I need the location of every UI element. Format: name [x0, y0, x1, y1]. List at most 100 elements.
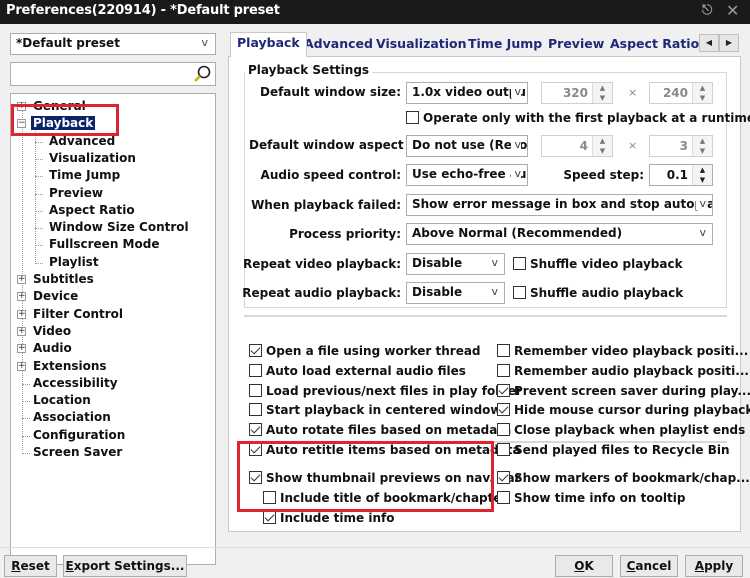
arrow-up-icon[interactable]: ▲: [693, 136, 712, 146]
playback-failed-value: Show error message in box and stop autop…: [412, 197, 713, 211]
tree-item-video[interactable]: + Video: [17, 323, 73, 340]
tree-item-label: Extensions: [33, 358, 107, 373]
checkbox-checked-icon[interactable]: [497, 403, 510, 417]
tree-item-preview[interactable]: Preview: [35, 185, 105, 202]
close-icon[interactable]: ✕: [726, 1, 739, 20]
window-height-stepper[interactable]: 240 ▲ ▼: [649, 82, 713, 104]
pin-icon[interactable]: ⎋: [702, 3, 712, 18]
tree-line: [35, 210, 43, 212]
checkbox-checked-icon[interactable]: [497, 383, 510, 397]
tree-item-location[interactable]: Location: [22, 392, 93, 409]
arrow-up-icon[interactable]: ▲: [593, 136, 612, 146]
tab-playback[interactable]: Playback: [230, 32, 307, 57]
playback-failed-dropdown[interactable]: Show error message in box and stop autop…: [406, 194, 713, 216]
aspect-y-stepper[interactable]: 3 ▲ ▼: [649, 135, 713, 157]
arrow-down-icon[interactable]: ▼: [693, 93, 712, 103]
tree-item-visualization[interactable]: Visualization: [35, 150, 138, 167]
apply-button[interactable]: Apply: [685, 555, 743, 577]
checkbox-box[interactable]: [249, 363, 262, 377]
search-field[interactable]: [10, 62, 216, 86]
checkbox-box[interactable]: [497, 490, 510, 504]
expand-icon[interactable]: +: [17, 344, 26, 354]
tab-aspect-ratio[interactable]: Aspect Ratio: [604, 34, 705, 56]
checkbox-checked-icon[interactable]: [249, 471, 262, 484]
window-width-stepper[interactable]: 320 ▲ ▼: [541, 82, 613, 104]
tab-scroll-right-icon[interactable]: ▶: [719, 34, 739, 52]
tree-item-association[interactable]: Association: [22, 409, 113, 426]
search-input[interactable]: [14, 64, 184, 84]
speed-step-stepper[interactable]: 0.1 ▲ ▼: [649, 164, 713, 186]
checkbox-box[interactable]: [249, 383, 262, 397]
tree-item-time-jump[interactable]: Time Jump: [35, 167, 122, 184]
checkbox-checked-icon[interactable]: [249, 443, 262, 456]
checkbox-box[interactable]: [406, 111, 419, 124]
tree-item-playlist[interactable]: Playlist: [35, 254, 101, 271]
process-priority-dropdown[interactable]: Above Normal (Recommended) v: [406, 223, 713, 245]
checkbox-checked-icon[interactable]: [497, 471, 510, 484]
collapse-icon[interactable]: −: [17, 119, 26, 129]
checkbox-box[interactable]: [513, 257, 526, 270]
cancel-button[interactable]: Cancel: [620, 555, 678, 577]
aspect-x-stepper[interactable]: 4 ▲ ▼: [541, 135, 613, 157]
stepper-arrows[interactable]: ▲ ▼: [692, 136, 712, 156]
settings-tree[interactable]: + General − Playback Advanced Visualization Ti…: [10, 93, 216, 565]
arrow-down-icon[interactable]: ▼: [693, 175, 712, 185]
stepper-arrows[interactable]: ▲ ▼: [692, 83, 712, 103]
checkbox-checked-icon[interactable]: [249, 423, 262, 437]
checkbox-box[interactable]: [497, 423, 510, 437]
stepper-arrows[interactable]: ▲ ▼: [592, 136, 612, 156]
stepper-arrows[interactable]: ▲ ▼: [592, 83, 612, 103]
checkbox-box[interactable]: [513, 286, 526, 299]
tree-item-playback[interactable]: − Playback: [17, 115, 96, 132]
tree-item-audio[interactable]: + Audio: [17, 340, 74, 357]
reset-button[interactable]: Reset: [4, 555, 57, 577]
default-window-size-dropdown[interactable]: 1.0x video outpu v: [406, 82, 528, 104]
checkbox-box[interactable]: [497, 363, 510, 377]
tree-item-fullscreen-mode[interactable]: Fullscreen Mode: [35, 236, 161, 253]
arrow-up-icon[interactable]: ▲: [593, 83, 612, 93]
export-settings-button[interactable]: Export Settings...: [63, 555, 187, 577]
expand-icon[interactable]: +: [17, 309, 26, 319]
checkbox-box[interactable]: [497, 344, 510, 357]
audio-speed-control-dropdown[interactable]: Use echo-free au v: [406, 164, 528, 186]
tree-item-extensions[interactable]: + Extensions: [17, 358, 109, 375]
checkbox-box[interactable]: [263, 490, 276, 504]
expand-icon[interactable]: +: [17, 275, 26, 284]
checkbox-checked-icon[interactable]: [263, 510, 276, 524]
repeat-video-dropdown[interactable]: Disable v: [406, 253, 505, 275]
arrow-up-icon[interactable]: ▲: [693, 83, 712, 93]
tab-preview[interactable]: Preview: [542, 34, 610, 56]
repeat-audio-dropdown[interactable]: Disable v: [406, 282, 505, 304]
preset-dropdown[interactable]: *Default preset v: [10, 33, 216, 55]
search-icon[interactable]: [192, 64, 212, 84]
expand-icon[interactable]: +: [17, 361, 26, 371]
checkbox-box[interactable]: [497, 443, 510, 456]
expand-icon[interactable]: +: [17, 326, 26, 336]
tree-item-general[interactable]: + General: [17, 98, 88, 115]
arrow-down-icon[interactable]: ▼: [693, 146, 712, 156]
checkbox-box[interactable]: [249, 403, 262, 417]
tree-item-filter-control[interactable]: + Filter Control: [17, 306, 125, 323]
checkbox-label: Auto load external audio files: [266, 363, 466, 378]
tab-time-jump[interactable]: Time Jump: [462, 34, 548, 56]
arrow-down-icon[interactable]: ▼: [593, 93, 612, 103]
tab-advanced[interactable]: Advanced: [298, 34, 379, 56]
tree-item-advanced[interactable]: Advanced: [35, 133, 117, 150]
default-window-aspect-dropdown[interactable]: Do not use (Reco v: [406, 135, 528, 157]
expand-icon[interactable]: +: [17, 292, 26, 302]
tree-item-accessibility[interactable]: Accessibility: [22, 375, 120, 392]
stepper-arrows[interactable]: ▲ ▼: [692, 165, 712, 185]
tree-item-window-size-control[interactable]: Window Size Control: [35, 219, 191, 236]
tab-visualization[interactable]: Visualization: [370, 34, 473, 56]
expand-icon[interactable]: +: [17, 102, 26, 111]
tree-item-aspect-ratio[interactable]: Aspect Ratio: [35, 202, 137, 219]
checkbox-checked-icon[interactable]: [249, 344, 262, 357]
ok-button[interactable]: OK: [555, 555, 613, 577]
arrow-up-icon[interactable]: ▲: [693, 165, 712, 175]
tree-item-subtitles[interactable]: + Subtitles: [17, 271, 96, 288]
tab-scroll-left-icon[interactable]: ◀: [699, 34, 719, 52]
tree-item-configuration[interactable]: Configuration: [22, 427, 127, 444]
tree-item-screen-saver[interactable]: Screen Saver: [22, 444, 124, 461]
tree-item-device[interactable]: + Device: [17, 288, 80, 305]
arrow-down-icon[interactable]: ▼: [593, 146, 612, 156]
